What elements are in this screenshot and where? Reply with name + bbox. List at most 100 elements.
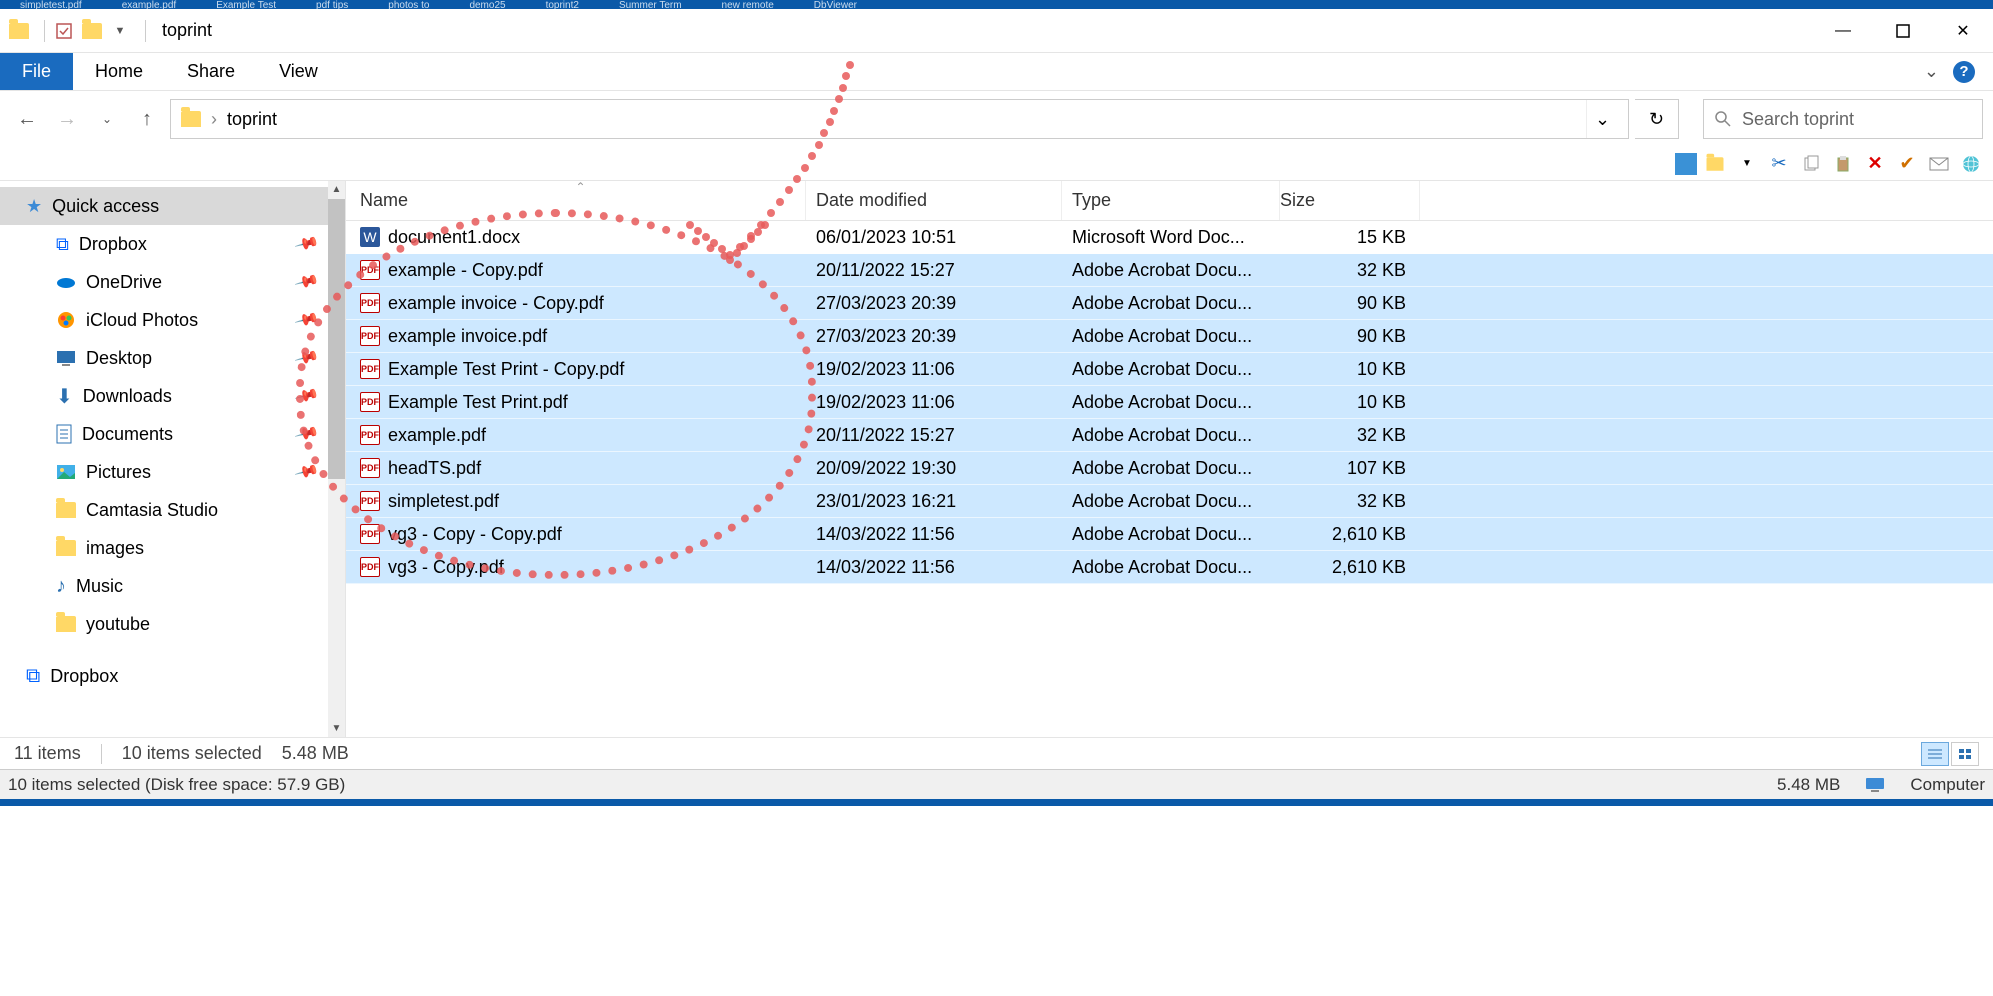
tool-copy-icon[interactable]: [1797, 151, 1825, 177]
forward-button[interactable]: →: [50, 102, 84, 136]
file-size: 32 KB: [1280, 425, 1420, 446]
tool-check-icon[interactable]: ✔: [1893, 151, 1921, 177]
file-size: 15 KB: [1280, 227, 1420, 248]
file-date: 23/01/2023 16:21: [806, 491, 1062, 512]
view-details-button[interactable]: [1921, 742, 1949, 766]
view-thumbnails-button[interactable]: [1951, 742, 1979, 766]
pin-icon: 📌: [293, 306, 320, 333]
sidebar-item-youtube[interactable]: youtube: [0, 605, 345, 643]
sidebar-item-downloads[interactable]: ⬇Downloads📌: [0, 377, 345, 415]
tool-dropdown-icon[interactable]: ▼: [1733, 151, 1761, 177]
tool-delete-icon[interactable]: ✕: [1861, 151, 1889, 177]
bottom-left-text: 10 items selected (Disk free space: 57.9…: [8, 775, 345, 795]
scroll-down-icon[interactable]: ▼: [328, 720, 345, 737]
qat-properties-icon[interactable]: [53, 20, 75, 42]
file-size: 10 KB: [1280, 359, 1420, 380]
back-button[interactable]: ←: [10, 102, 44, 136]
help-icon[interactable]: ?: [1953, 61, 1975, 83]
sidebar-quick-access[interactable]: ★ Quick access: [0, 187, 345, 225]
tab-view[interactable]: View: [257, 53, 340, 90]
file-name: example.pdf: [388, 425, 486, 446]
bottom-blue-bar: [0, 799, 1993, 806]
maximize-button[interactable]: [1873, 9, 1933, 53]
qat-dropdown-icon[interactable]: ▼: [109, 20, 131, 42]
sidebar-item-dropbox[interactable]: ⧉Dropbox📌: [0, 225, 345, 263]
col-size-header[interactable]: Size: [1280, 181, 1420, 220]
sidebar-item-images[interactable]: images: [0, 529, 345, 567]
file-row[interactable]: PDFheadTS.pdf20/09/2022 19:30Adobe Acrob…: [346, 452, 1993, 485]
pdf-icon: PDF: [360, 524, 380, 544]
tool-organize-icon[interactable]: [1701, 151, 1729, 177]
tool-mail-icon[interactable]: [1925, 151, 1953, 177]
col-date-header[interactable]: Date modified: [806, 181, 1062, 220]
file-type: Adobe Acrobat Docu...: [1062, 392, 1280, 413]
qat-newfolder-icon[interactable]: [81, 20, 103, 42]
minimize-button[interactable]: —: [1813, 9, 1873, 53]
file-date: 20/09/2022 19:30: [806, 458, 1062, 479]
address-bar[interactable]: › toprint ⌄: [170, 99, 1629, 139]
sidebar-item-documents[interactable]: Documents📌: [0, 415, 345, 453]
file-date: 27/03/2023 20:39: [806, 293, 1062, 314]
col-type-header[interactable]: Type: [1062, 181, 1280, 220]
tool-preview-icon[interactable]: [1675, 153, 1697, 175]
file-row[interactable]: PDFexample invoice - Copy.pdf27/03/2023 …: [346, 287, 1993, 320]
file-row[interactable]: Wdocument1.docx06/01/2023 10:51Microsoft…: [346, 221, 1993, 254]
address-dropdown-icon[interactable]: ⌄: [1586, 100, 1618, 138]
desktop-taskbar: simpletest.pdfexample.pdfExample Testpdf…: [0, 0, 1993, 9]
sidebar-item-desktop[interactable]: Desktop📌: [0, 339, 345, 377]
file-row[interactable]: PDFsimpletest.pdf23/01/2023 16:21Adobe A…: [346, 485, 1993, 518]
file-row[interactable]: PDFExample Test Print.pdf19/02/2023 11:0…: [346, 386, 1993, 419]
file-size: 90 KB: [1280, 293, 1420, 314]
refresh-button[interactable]: ↻: [1635, 99, 1679, 139]
status-bar: 11 items 10 items selected 5.48 MB: [0, 737, 1993, 769]
bottom-info-bar: 10 items selected (Disk free space: 57.9…: [0, 769, 1993, 799]
search-input[interactable]: Search toprint: [1703, 99, 1983, 139]
file-date: 19/02/2023 11:06: [806, 359, 1062, 380]
close-button[interactable]: ✕: [1933, 9, 1993, 53]
file-size: 32 KB: [1280, 260, 1420, 281]
up-button[interactable]: ↑: [130, 102, 164, 136]
sidebar-item-music[interactable]: ♪Music: [0, 567, 345, 605]
file-type: Adobe Acrobat Docu...: [1062, 458, 1280, 479]
file-type: Adobe Acrobat Docu...: [1062, 491, 1280, 512]
sidebar-scrollbar[interactable]: ▲ ▼: [328, 181, 345, 737]
tab-file[interactable]: File: [0, 53, 73, 90]
file-date: 20/11/2022 15:27: [806, 260, 1062, 281]
recent-dropdown[interactable]: ⌄: [90, 102, 124, 136]
folder-icon: [8, 20, 30, 42]
sidebar-item-icloud-photos[interactable]: iCloud Photos📌: [0, 301, 345, 339]
computer-icon: [1864, 776, 1886, 794]
status-selection-count: 10 items selected: [122, 743, 262, 764]
tool-cut-icon[interactable]: ✂: [1765, 151, 1793, 177]
breadcrumb-sep: ›: [211, 109, 217, 130]
file-date: 14/03/2022 11:56: [806, 557, 1062, 578]
breadcrumb-folder[interactable]: toprint: [227, 109, 277, 130]
sidebar-dropbox-section[interactable]: ⧉ Dropbox: [0, 657, 345, 695]
sidebar-item-camtasia-studio[interactable]: Camtasia Studio: [0, 491, 345, 529]
sidebar-item-pictures[interactable]: Pictures📌: [0, 453, 345, 491]
file-date: 19/02/2023 11:06: [806, 392, 1062, 413]
sidebar-dropbox-label: Dropbox: [50, 666, 118, 687]
sidebar-item-onedrive[interactable]: OneDrive📌: [0, 263, 345, 301]
file-name: headTS.pdf: [388, 458, 481, 479]
file-name: Example Test Print - Copy.pdf: [388, 359, 624, 380]
tab-home[interactable]: Home: [73, 53, 165, 90]
tool-globe-icon[interactable]: [1957, 151, 1985, 177]
file-row[interactable]: PDFexample invoice.pdf27/03/2023 20:39Ad…: [346, 320, 1993, 353]
file-row[interactable]: PDFexample.pdf20/11/2022 15:27Adobe Acro…: [346, 419, 1993, 452]
ribbon-expand-icon[interactable]: ⌄: [1924, 61, 1939, 82]
scroll-up-icon[interactable]: ▲: [328, 181, 345, 198]
file-row[interactable]: PDFexample - Copy.pdf20/11/2022 15:27Ado…: [346, 254, 1993, 287]
col-name-header[interactable]: Name ⌃: [346, 181, 806, 220]
file-name: vg3 - Copy - Copy.pdf: [388, 524, 562, 545]
tab-share[interactable]: Share: [165, 53, 257, 90]
sidebar-quick-access-label: Quick access: [52, 196, 159, 217]
tool-paste-icon[interactable]: [1829, 151, 1857, 177]
file-row[interactable]: PDFvg3 - Copy - Copy.pdf14/03/2022 11:56…: [346, 518, 1993, 551]
scroll-thumb[interactable]: [328, 199, 345, 479]
file-size: 2,610 KB: [1280, 524, 1420, 545]
dropbox-icon: ⧉: [26, 665, 40, 688]
file-row[interactable]: PDFExample Test Print - Copy.pdf19/02/20…: [346, 353, 1993, 386]
file-size: 90 KB: [1280, 326, 1420, 347]
file-row[interactable]: PDFvg3 - Copy.pdf14/03/2022 11:56Adobe A…: [346, 551, 1993, 584]
